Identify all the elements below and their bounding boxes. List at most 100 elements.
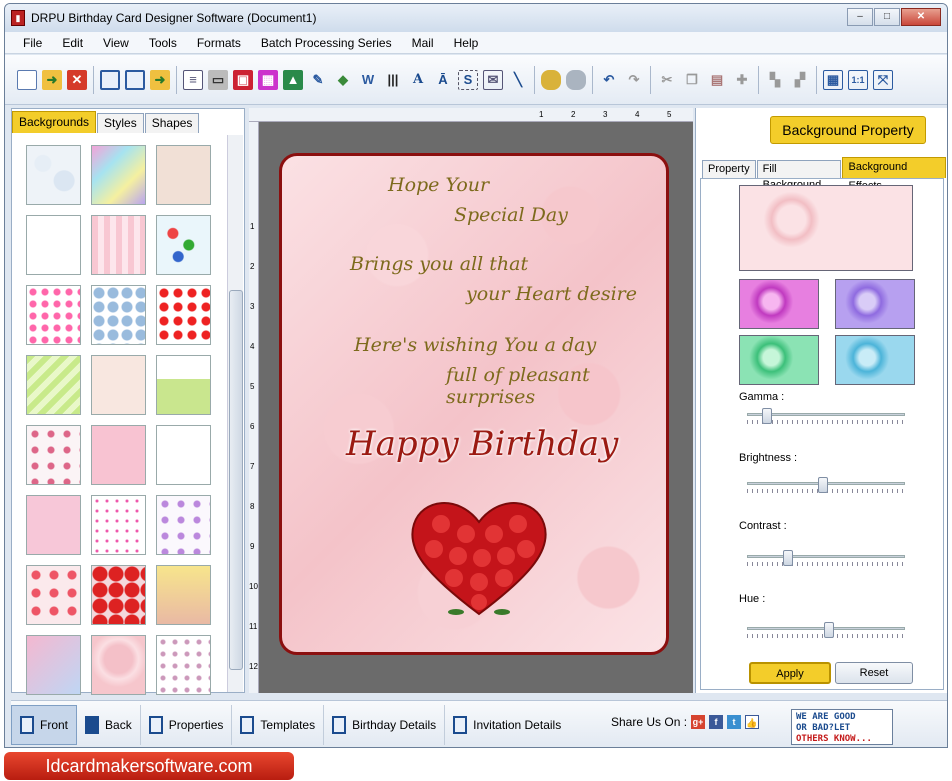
background-thumbnail[interactable]	[91, 425, 146, 485]
gamma-slider[interactable]	[747, 408, 905, 424]
tab-property[interactable]: Property	[702, 160, 756, 178]
minimize-button[interactable]: –	[847, 8, 873, 26]
card-text-line[interactable]: Hope Your	[388, 174, 489, 196]
templates-button[interactable]: Templates	[232, 704, 325, 745]
rose-heart-image[interactable]	[406, 494, 552, 620]
slider-knob[interactable]	[818, 477, 828, 493]
contrast-slider[interactable]	[747, 550, 905, 566]
tab-backgrounds[interactable]: Backgrounds	[12, 111, 97, 133]
background-thumbnail[interactable]	[26, 285, 81, 345]
effect-swatch-green[interactable]	[739, 335, 819, 385]
card-text-line[interactable]: your Heart desire	[466, 283, 637, 305]
background-thumbnail[interactable]	[91, 145, 146, 205]
pen-icon[interactable]: ✎	[308, 70, 328, 90]
effect-swatch-blue[interactable]	[835, 335, 915, 385]
cross-icon[interactable]: ✚	[732, 70, 752, 90]
card-text-line[interactable]: Special Day	[454, 204, 568, 226]
slider-knob[interactable]	[783, 550, 793, 566]
menu-file[interactable]: File	[13, 36, 52, 50]
background-thumbnail[interactable]	[91, 495, 146, 555]
tab-fill-background[interactable]: Fill Background	[756, 160, 842, 191]
print-preview-icon[interactable]: ▣	[233, 69, 253, 90]
print-icon[interactable]: ▭	[208, 69, 228, 90]
grid-icon[interactable]: ▦	[823, 69, 843, 90]
scrollbar-thumb[interactable]	[229, 290, 243, 670]
fit-window-icon[interactable]: ⤧	[873, 69, 893, 90]
card-headline[interactable]: Happy Birthday	[346, 424, 618, 464]
undo-icon[interactable]: ↶	[599, 70, 619, 90]
send-back-icon[interactable]: ▞	[790, 70, 810, 90]
background-thumbnail[interactable]	[26, 355, 81, 415]
background-thumbnail[interactable]	[156, 635, 211, 695]
twitter-icon[interactable]: t	[727, 715, 742, 729]
effect-swatch-magenta[interactable]	[739, 279, 819, 329]
back-button[interactable]: Back	[77, 704, 141, 745]
google-plus-icon[interactable]: g+	[691, 715, 706, 729]
menu-batch-processing[interactable]: Batch Processing Series	[251, 36, 402, 50]
brightness-slider[interactable]	[747, 477, 905, 493]
barcode-icon[interactable]: |||	[383, 70, 403, 90]
menu-view[interactable]: View	[93, 36, 139, 50]
slider-knob[interactable]	[824, 622, 834, 638]
text-icon[interactable]: A	[408, 70, 428, 90]
background-thumbnail[interactable]	[26, 495, 81, 555]
background-thumbnail[interactable]	[91, 215, 146, 275]
hue-slider[interactable]	[747, 622, 905, 638]
background-thumbnail[interactable]	[91, 635, 146, 695]
delete-icon[interactable]: ✕	[67, 69, 87, 90]
open-icon[interactable]: ➜	[42, 69, 62, 90]
image-icon[interactable]: ▲	[283, 69, 303, 90]
actual-size-icon[interactable]: 1:1	[848, 69, 868, 90]
redo-icon[interactable]: ↷	[624, 70, 644, 90]
card-text-line[interactable]: Here's wishing You a day	[354, 334, 596, 356]
watermark-icon[interactable]: W	[358, 70, 378, 90]
like-icon[interactable]: 👍	[745, 715, 760, 729]
effect-swatch-purple[interactable]	[835, 279, 915, 329]
slider-knob[interactable]	[762, 408, 772, 424]
menu-edit[interactable]: Edit	[52, 36, 93, 50]
birthday-card[interactable]: Hope Your Special Day Brings you all tha…	[279, 153, 669, 655]
close-button[interactable]: ✕	[901, 8, 941, 26]
word-art-icon[interactable]: Ā	[433, 70, 453, 90]
background-thumbnail[interactable]	[26, 565, 81, 625]
menu-mail[interactable]: Mail	[402, 36, 444, 50]
line-icon[interactable]: ╲	[508, 70, 528, 90]
signature-icon[interactable]: S	[458, 69, 478, 90]
background-thumbnail[interactable]	[91, 565, 146, 625]
background-thumbnail[interactable]	[26, 635, 81, 695]
gift-icon[interactable]: ▦	[258, 69, 278, 90]
reset-button[interactable]: Reset	[835, 662, 913, 684]
bring-front-icon[interactable]: ▚	[765, 70, 785, 90]
menu-formats[interactable]: Formats	[187, 36, 251, 50]
apply-button[interactable]: Apply	[749, 662, 831, 684]
background-thumbnail[interactable]	[91, 285, 146, 345]
card-text-line[interactable]: Brings you all that	[350, 253, 528, 275]
background-thumbnail[interactable]	[156, 215, 211, 275]
mail-icon[interactable]: ✉	[483, 69, 503, 90]
background-thumbnail[interactable]	[156, 145, 211, 205]
background-thumbnail[interactable]	[26, 425, 81, 485]
background-thumbnail[interactable]	[156, 285, 211, 345]
front-button[interactable]: Front	[11, 704, 78, 745]
background-thumbnail[interactable]	[91, 355, 146, 415]
paste-icon[interactable]: ▤	[707, 70, 727, 90]
copy-icon[interactable]: ❐	[682, 70, 702, 90]
save-as-icon[interactable]	[125, 69, 145, 90]
cut-icon[interactable]: ✂	[657, 70, 677, 90]
save-icon[interactable]	[100, 69, 120, 90]
maximize-button[interactable]: □	[874, 8, 900, 26]
background-thumbnail[interactable]	[26, 215, 81, 275]
birthday-details-button[interactable]: Birthday Details	[324, 704, 446, 745]
background-thumbnail[interactable]	[156, 565, 211, 625]
tab-background-effects[interactable]: Background Effects	[842, 157, 946, 192]
shape-fill-icon[interactable]: ◆	[333, 70, 353, 90]
database-icon[interactable]	[541, 69, 561, 90]
tab-styles[interactable]: Styles	[97, 113, 144, 133]
background-property-button[interactable]: Background Property	[770, 116, 926, 144]
design-canvas[interactable]: 1 2 3 4 5 1 2 3 4 5 6 7 8 9 10 11 12 Hop…	[249, 108, 693, 693]
background-thumbnail[interactable]	[156, 495, 211, 555]
thumbnails-scrollbar[interactable]	[227, 135, 243, 692]
new-icon[interactable]	[17, 69, 37, 90]
facebook-icon[interactable]: f	[709, 715, 724, 729]
export-icon[interactable]: ➜	[150, 69, 170, 90]
